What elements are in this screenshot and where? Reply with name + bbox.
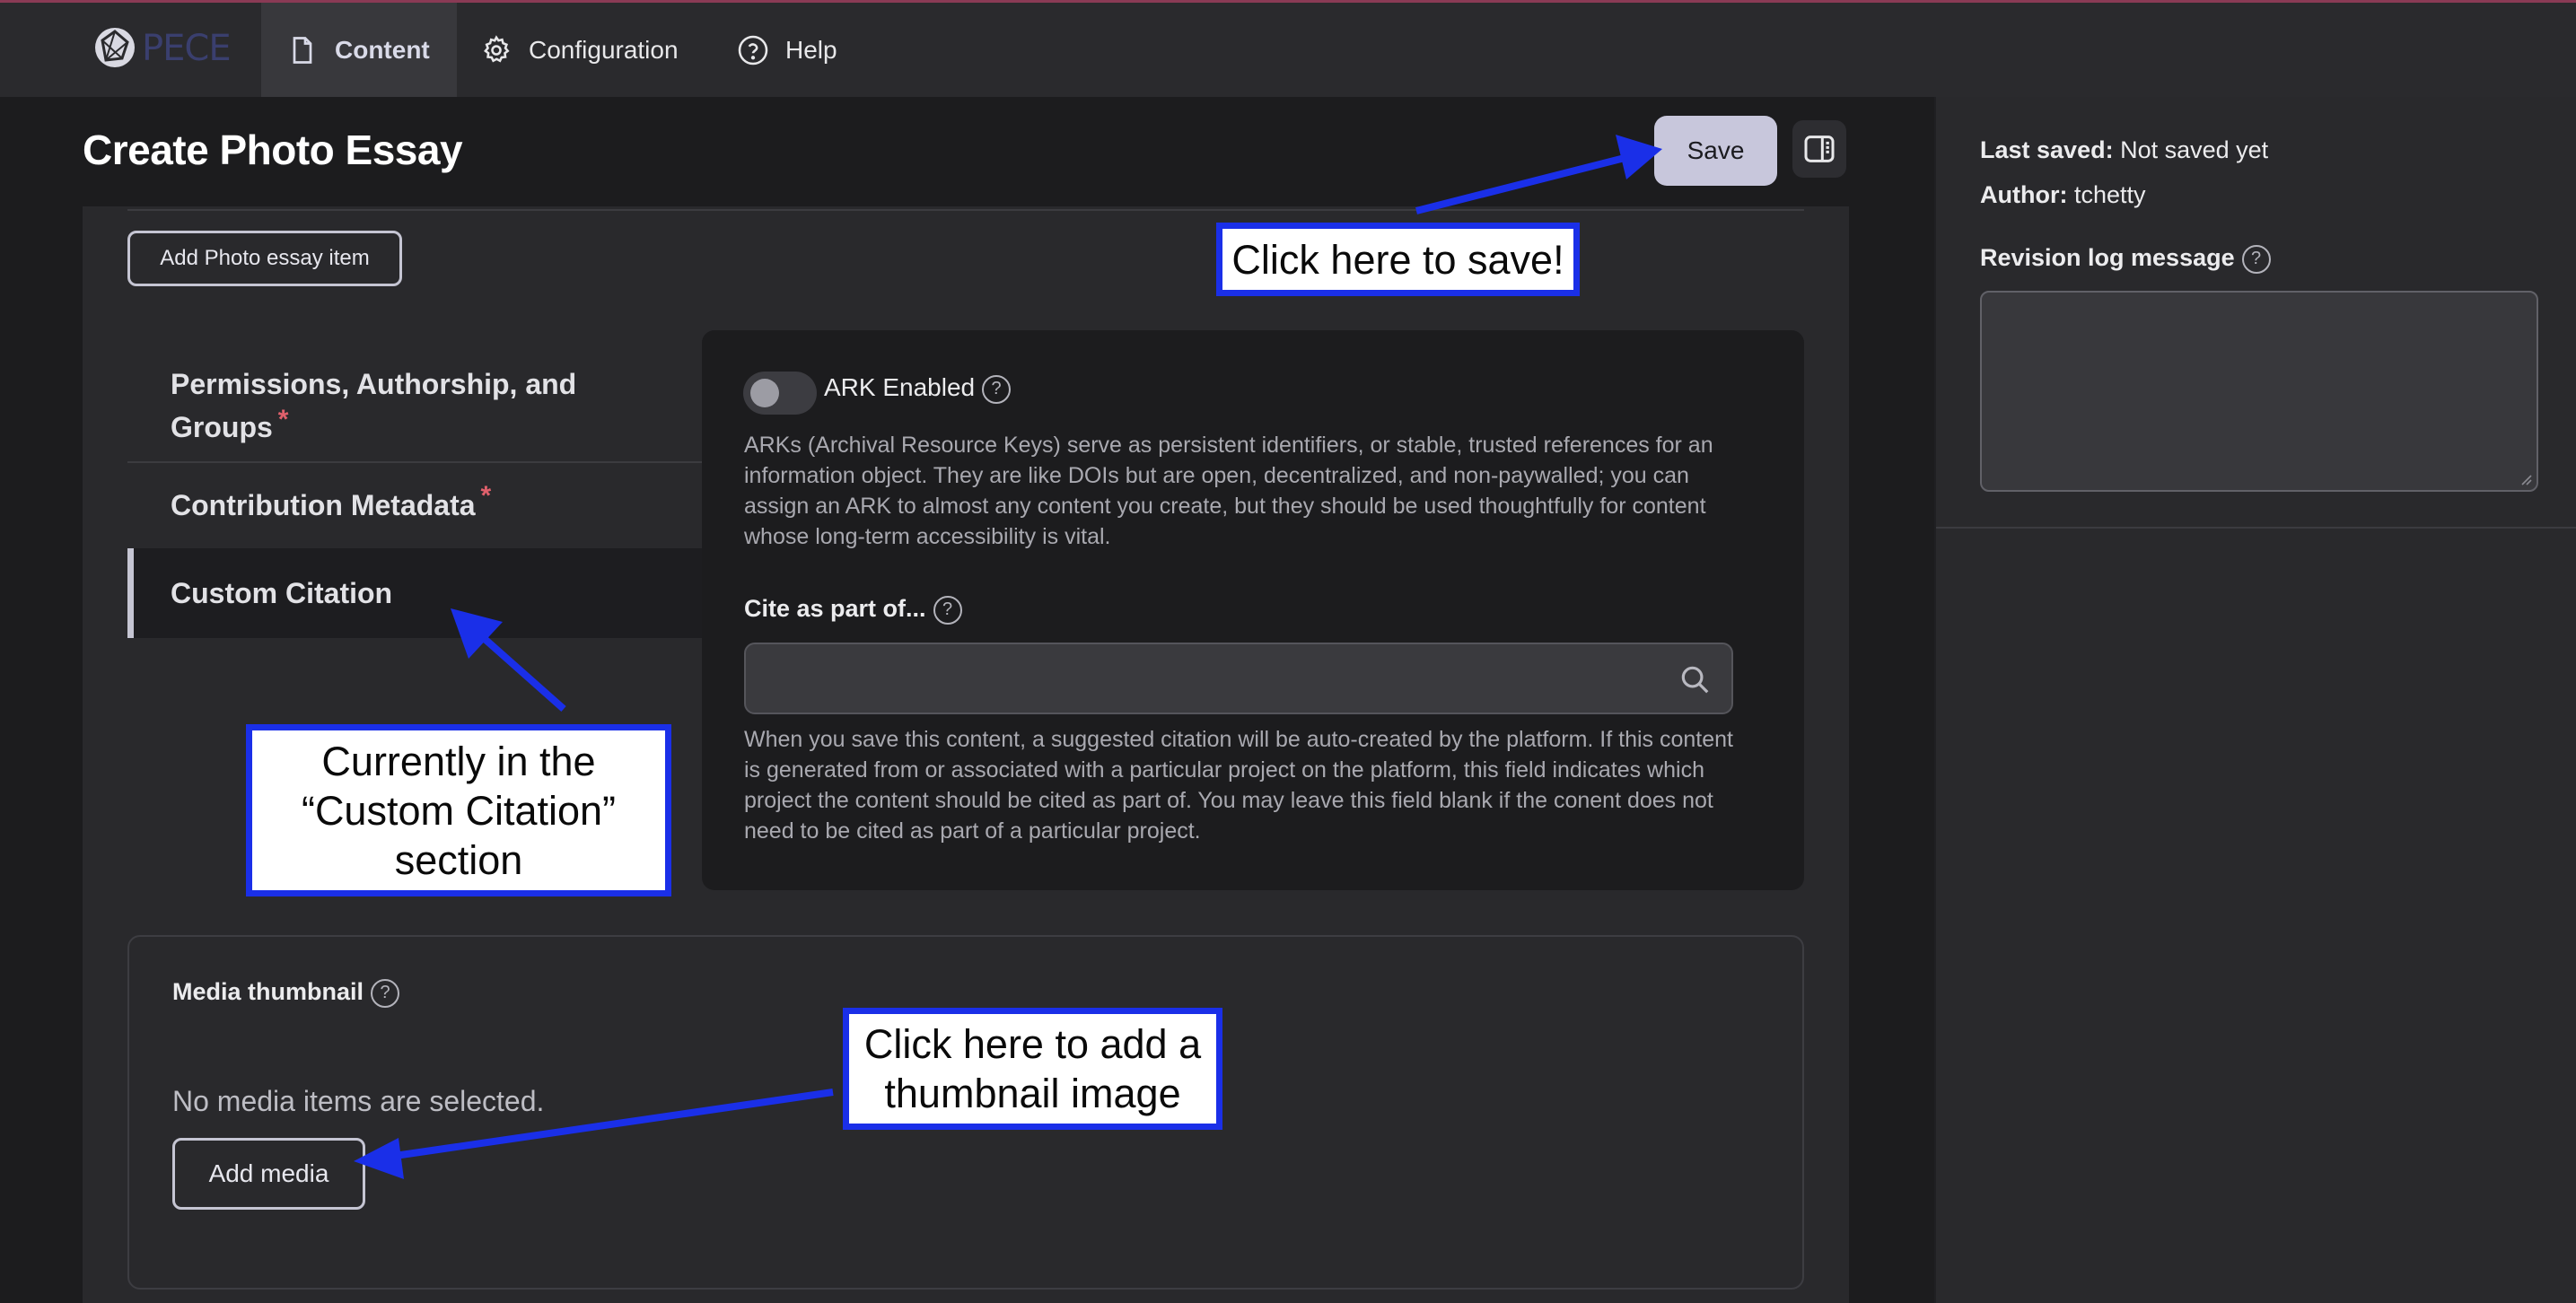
ark-enabled-toggle[interactable]	[743, 372, 817, 415]
vtab-permissions-label: Permissions, Authorship, and Groups	[171, 368, 577, 443]
vtab-contribution-label: Contribution Metadata	[171, 489, 476, 521]
tab-content-label: Content	[335, 35, 430, 64]
cite-as-part-of-label-row: Cite as part of...?	[744, 595, 962, 625]
document-icon	[293, 36, 312, 64]
vtab-contribution-metadata[interactable]: Contribution Metadata *	[127, 463, 702, 547]
annotation-save-text: Click here to save!	[1231, 236, 1564, 283]
revision-log-label-row: Revision log message?	[1980, 244, 2271, 274]
resize-handle-icon[interactable]	[2517, 470, 2533, 486]
ark-enabled-label: ARK Enabled	[824, 373, 976, 401]
save-button[interactable]: Save	[1654, 116, 1777, 186]
revision-log-textarea[interactable]	[1980, 291, 2538, 492]
vtab-permissions[interactable]: Permissions, Authorship, and Groups *	[127, 352, 702, 461]
tab-help-label: Help	[785, 35, 837, 64]
tab-help[interactable]: Help	[737, 3, 837, 97]
cite-as-part-of-label: Cite as part of...	[744, 595, 926, 622]
annotation-save: Click here to save!	[1216, 223, 1580, 296]
author-row: Author: tchetty	[1980, 181, 2146, 209]
author-label: Author:	[1980, 181, 2068, 208]
tab-configuration-label: Configuration	[529, 35, 679, 64]
annotation-thumb-line-1: Click here to add a	[863, 1021, 1202, 1067]
page-title: Create Photo Essay	[83, 127, 463, 173]
vtab-custom-citation-label: Custom Citation	[171, 577, 393, 609]
annotation-thumb-line-2: thumbnail image	[884, 1071, 1181, 1116]
last-saved-label: Last saved:	[1980, 136, 2114, 163]
search-icon	[1681, 666, 1709, 694]
site-logo[interactable]: PECE	[90, 22, 232, 73]
annotation-current-section: Currently in the “Custom Citation” secti…	[246, 724, 671, 896]
cite-as-part-of-input[interactable]	[744, 643, 1733, 714]
add-media-button[interactable]: Add media	[172, 1138, 365, 1210]
logo-icon	[95, 28, 135, 67]
ark-enabled-label-row: ARK Enabled?	[824, 373, 1012, 404]
revision-log-label: Revision log message	[1980, 244, 2235, 271]
help-circle-icon	[738, 35, 768, 65]
ark-description: ARKs (Archival Resource Keys) serve as p…	[744, 433, 1713, 549]
divider	[127, 209, 1804, 211]
tab-content[interactable]: Content	[261, 3, 457, 97]
panel-right-icon	[1804, 136, 1835, 162]
add-photo-essay-item-button[interactable]: Add Photo essay item	[127, 231, 402, 286]
help-icon[interactable]: ?	[2241, 244, 2271, 274]
help-icon[interactable]: ?	[982, 374, 1012, 404]
annotation-section-line-3: section	[394, 836, 523, 883]
last-saved-row: Last saved: Not saved yet	[1980, 136, 2268, 164]
no-media-text: No media items are selected.	[172, 1085, 545, 1117]
annotation-section-line-2: “Custom Citation”	[301, 787, 617, 834]
cite-description: When you save this content, a suggested …	[744, 727, 1734, 844]
media-thumbnail-label: Media thumbnail	[172, 978, 364, 1005]
help-icon[interactable]: ?	[933, 595, 962, 625]
gear-icon	[484, 34, 510, 62]
help-icon[interactable]: ?	[371, 978, 400, 1008]
author-value: tchetty	[2073, 181, 2146, 208]
right-sidebar	[1934, 97, 2576, 1303]
annotation-section-line-1: Currently in the	[321, 738, 596, 784]
divider	[1936, 527, 2576, 529]
media-thumbnail-label-row: Media thumbnail?	[172, 978, 400, 1008]
vtab-custom-citation[interactable]: Custom Citation	[127, 548, 702, 638]
annotation-thumbnail: Click here to add a thumbnail image	[843, 1008, 1222, 1130]
required-marker: *	[480, 481, 492, 511]
required-marker: *	[277, 405, 289, 434]
top-navigation-bar: PECE Content Configuration Help	[0, 0, 2576, 97]
sidebar-toggle-button[interactable]	[1792, 120, 1846, 178]
last-saved-value: Not saved yet	[2120, 136, 2269, 163]
tab-configuration[interactable]: Configuration	[480, 3, 679, 97]
logo-text: PECE	[142, 28, 232, 69]
